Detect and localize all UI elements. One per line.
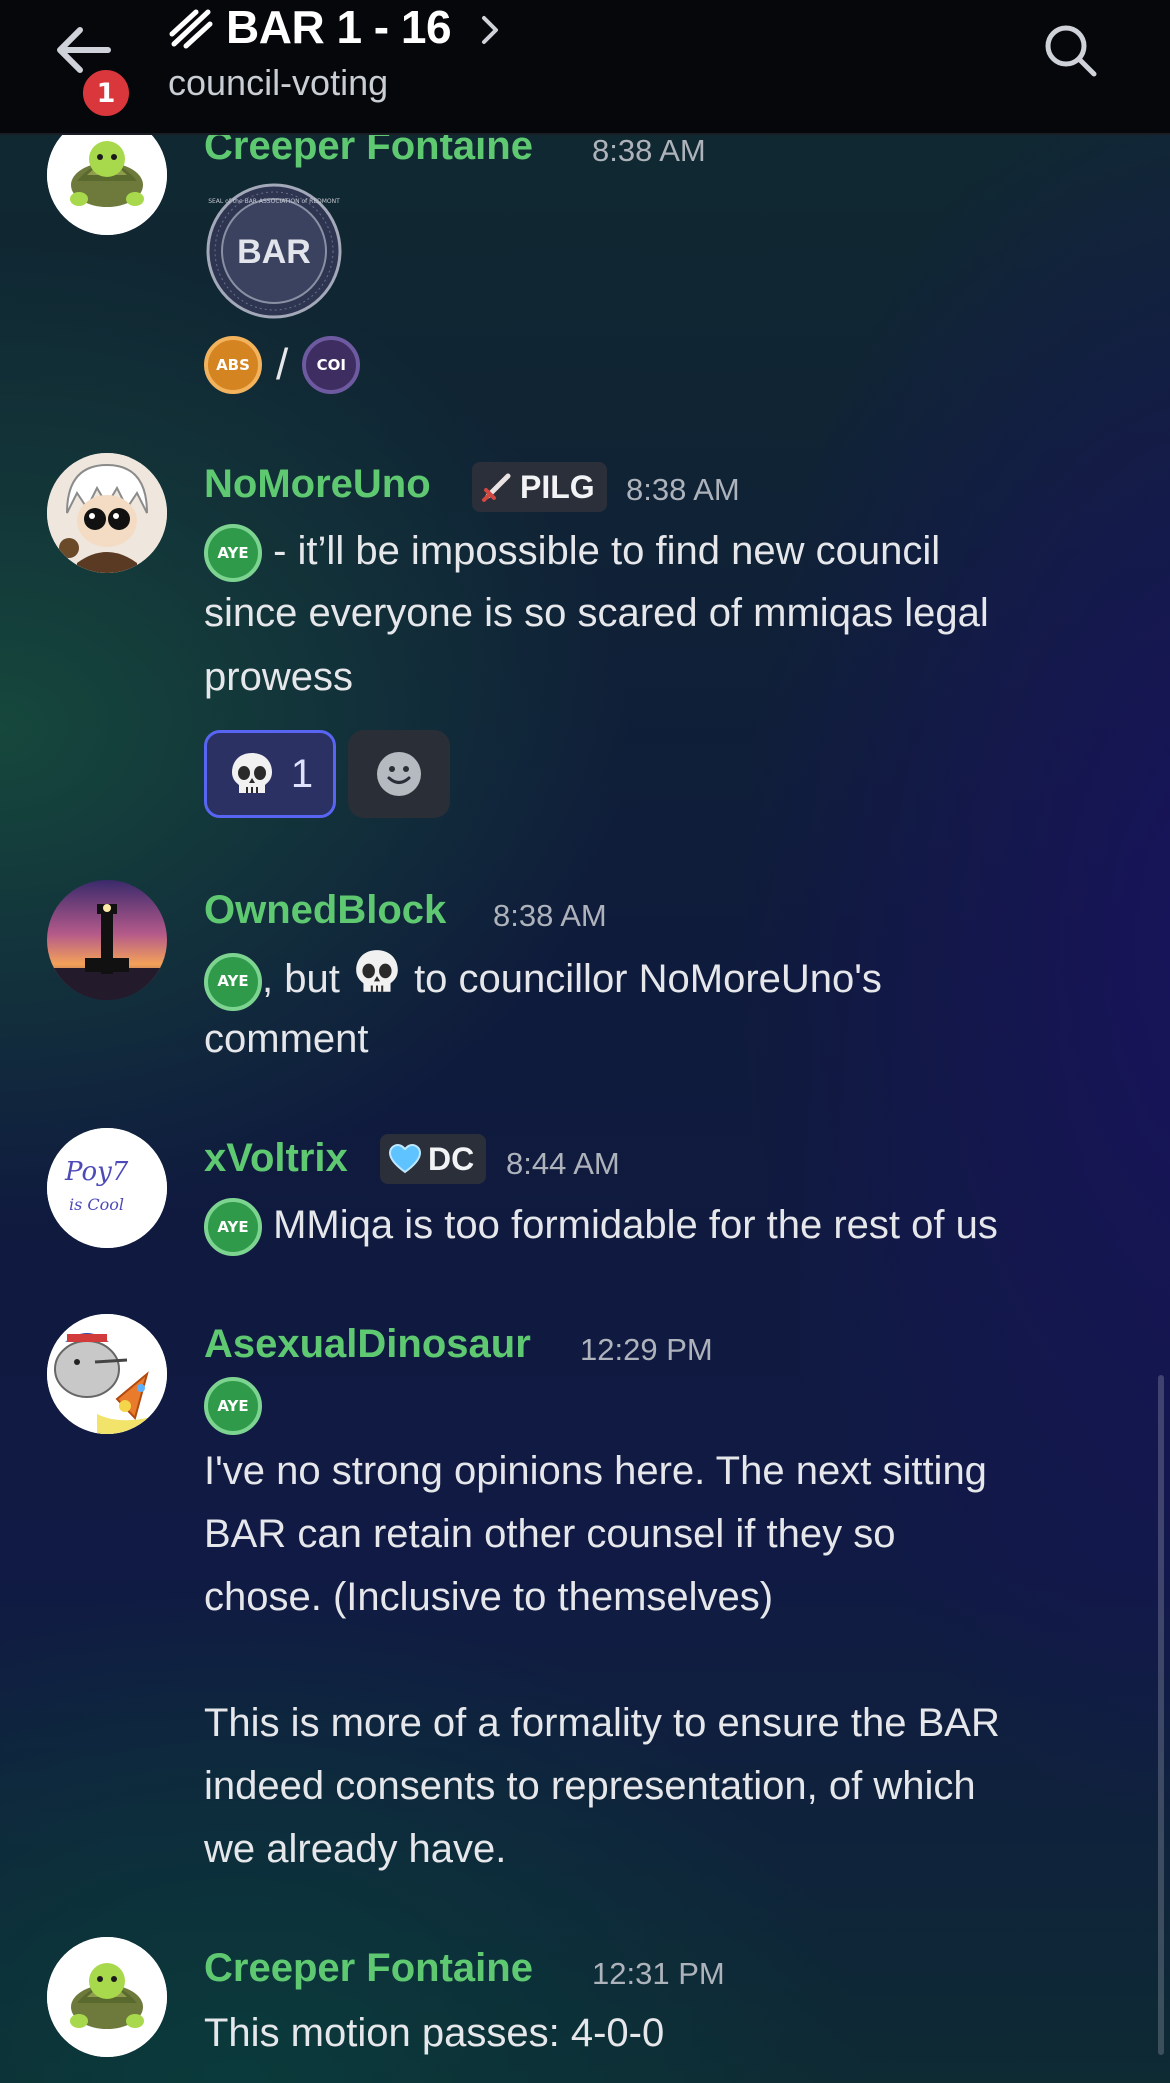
channel-subtitle: council-voting [168,62,389,103]
channel-header: 1 BAR 1 - 16 council-voting [0,0,1170,135]
channel-title[interactable]: BAR 1 - 16 [226,0,452,54]
message-line: This motion passes: 4-0-0 [204,2011,665,2055]
chevron-right-icon[interactable] [478,12,502,48]
message[interactable]: Creeper Fontaine 12:31 PM This motion pa… [0,0,1170,2083]
avatar[interactable] [47,1937,167,2057]
forum-channel-icon [168,4,214,50]
unread-badge: 1 [79,66,133,120]
search-icon[interactable] [1042,22,1100,80]
timestamp: 12:31 PM [592,1956,725,1991]
username[interactable]: Creeper Fontaine [204,1946,533,1991]
scrollbar[interactable] [1158,1375,1164,2055]
